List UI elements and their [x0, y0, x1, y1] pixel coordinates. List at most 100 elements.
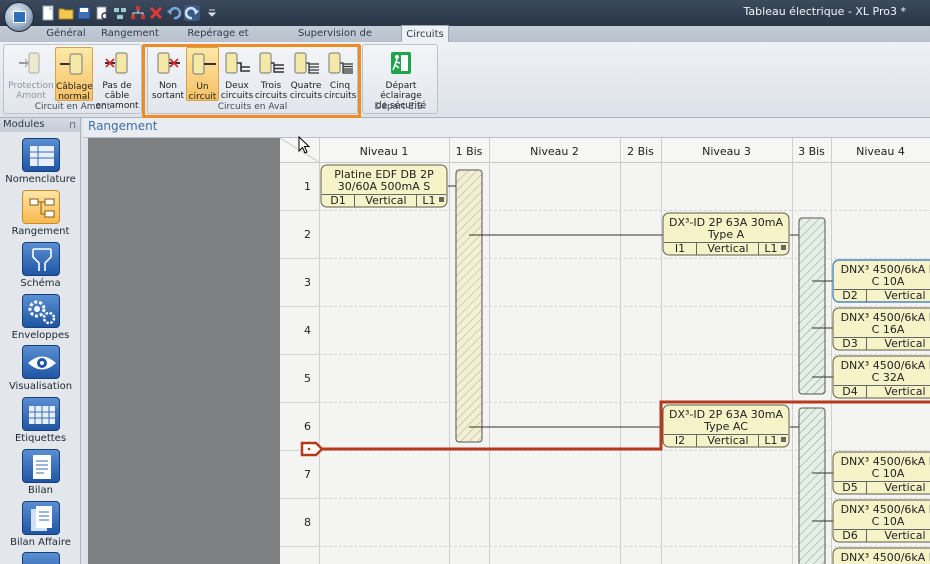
- customize-toolbar-icon[interactable]: [207, 7, 223, 23]
- device-reference: I1: [675, 242, 685, 255]
- column-header: Niveau 3: [702, 145, 751, 158]
- module-bilan-affaire[interactable]: Bilan Affaire: [0, 501, 81, 548]
- module-rangement[interactable]: Rangement: [0, 190, 81, 237]
- device-d6[interactable]: DNX³ 4500/6kA PC 10AD6 Vertical: [832, 499, 930, 543]
- group-circuit-en-amont: Protection Amont Câblage normal Pas de câb…: [3, 44, 142, 114]
- column-header: Niveau 4: [856, 145, 905, 158]
- depart-eclairage-securite-button[interactable]: Départ éclairage de sécurité: [365, 47, 437, 111]
- new-file-icon[interactable]: [40, 5, 56, 21]
- module-bilan[interactable]: Bilan: [0, 449, 81, 496]
- selected-circuit-path: [302, 400, 930, 451]
- distribution-bar-3-bis-upper[interactable]: [798, 217, 826, 395]
- circuit-origin-marker-icon[interactable]: [300, 441, 324, 457]
- protection-amont-button[interactable]: Protection Amont: [7, 47, 55, 101]
- application-menu-button[interactable]: [4, 2, 34, 32]
- column-header: 3 Bis: [798, 145, 825, 158]
- device-d3[interactable]: DNX³ 4500/6kA PC 16AD3 Vertical: [832, 307, 930, 351]
- device-rating: C 10A: [872, 467, 905, 480]
- device-reference: D3: [842, 337, 857, 350]
- row-number: 6: [304, 420, 311, 433]
- arrangement-grid: Niveau 1 1 Bis Niveau 2 2 Bis Niveau 3 3 Bis N…: [280, 138, 930, 564]
- labels-icon: [21, 397, 60, 431]
- column-header: Niveau 1: [360, 145, 409, 158]
- cablage-normal-button[interactable]: Câblage normal: [55, 47, 93, 102]
- device-reference: D5: [842, 481, 857, 494]
- delete-icon[interactable]: [148, 5, 164, 21]
- device-i2[interactable]: DX³-ID 2P 63A 30mAType ACI2 Vertical L1: [662, 404, 790, 448]
- workspace-background: [88, 138, 280, 564]
- module-enveloppes[interactable]: Enveloppes: [0, 294, 81, 341]
- project-report-icon: [21, 501, 60, 535]
- device-d2[interactable]: DNX³ 4500/6kA PC 10AD2 Vertical: [832, 259, 930, 303]
- device-orientation: Vertical: [884, 289, 925, 302]
- ribbon-panel: Protection Amont Câblage normal Pas de câb…: [0, 42, 930, 118]
- row-number: 2: [304, 228, 311, 241]
- ribbon-tab-bar: Général Rangement Repérage et Bornes Sup…: [0, 25, 930, 55]
- module-next[interactable]: [0, 552, 81, 564]
- row-number: 4: [304, 324, 311, 337]
- device-orientation: Vertical: [884, 337, 925, 350]
- cablage-normal-icon: [60, 53, 83, 75]
- grid-canvas: Niveau 1 1 Bis Niveau 2 2 Bis Niveau 3 3 Bis N…: [280, 138, 930, 564]
- undo-icon[interactable]: [166, 5, 182, 21]
- pas-de-cable-icon: [105, 52, 128, 74]
- module-nomenclature[interactable]: Nomenclature: [0, 138, 81, 185]
- open-folder-icon[interactable]: [58, 5, 74, 21]
- device-orientation: Vertical: [365, 194, 406, 207]
- device-reference: D1: [330, 194, 345, 207]
- tab-general[interactable]: Général: [42, 26, 90, 42]
- device-d1[interactable]: Platine EDF DB 2P30/60A 500mA SD1 Vertica…: [320, 164, 448, 208]
- aval-group-highlight: [142, 44, 361, 118]
- device-rating: C 16A: [872, 323, 905, 336]
- module-schema[interactable]: Schéma: [0, 242, 81, 289]
- window-title: Tableau électrique - XL Pro3 *: [743, 5, 906, 18]
- device-i1[interactable]: DX³-ID 2P 63A 30mAType AI1 Vertical L1: [662, 212, 790, 256]
- print-preview-icon[interactable]: [94, 5, 110, 21]
- tab-reperage-bornes[interactable]: Repérage et Bornes: [172, 26, 264, 55]
- tab-supervision-energie[interactable]: Supervision de l'énergie: [278, 26, 392, 55]
- device-partial[interactable]: DNX³ 4500/6kA P: [832, 547, 930, 564]
- network-icon[interactable]: [112, 5, 128, 21]
- module-visualisation[interactable]: Visualisation: [0, 345, 81, 392]
- row-number: 7: [304, 468, 311, 481]
- modules-header: Modules ⊓: [0, 118, 80, 132]
- column-header: Niveau 2: [530, 145, 579, 158]
- device-reference: D2: [842, 289, 857, 302]
- device-orientation: Vertical: [707, 434, 748, 447]
- row-number: 8: [304, 516, 311, 529]
- emergency-exit-icon: [391, 52, 411, 74]
- column-header: 2 Bis: [627, 145, 654, 158]
- pas-de-cable-en-amont-button[interactable]: Pas de câble en amont: [93, 47, 141, 111]
- device-rating: C 10A: [872, 515, 905, 528]
- device-d4[interactable]: DNX³ 4500/6kA PC 32AD4 Vertical: [832, 355, 930, 399]
- nomenclature-icon: [21, 138, 60, 172]
- tab-circuits[interactable]: Circuits: [401, 25, 449, 42]
- device-reference: I2: [675, 434, 685, 447]
- device-rating: Type AC: [703, 420, 748, 433]
- device-rating: 30/60A 500mA S: [338, 180, 430, 193]
- device-rating: Type A: [707, 228, 745, 241]
- distribution-bar-1-bis[interactable]: [455, 169, 483, 443]
- device-name: DNX³ 4500/6kA P: [841, 551, 930, 564]
- device-d5[interactable]: DNX³ 4500/6kA PC 10AD5 Vertical: [832, 451, 930, 495]
- schema-icon: [21, 242, 60, 276]
- mouse-cursor-icon: [298, 136, 311, 154]
- tree-icon[interactable]: [130, 5, 146, 21]
- modules-panel: Modules ⊓ Nomenclature Rangement Schéma …: [0, 118, 81, 564]
- row-number: 5: [304, 372, 311, 385]
- redo-icon[interactable]: [184, 5, 200, 21]
- device-phase: L1: [764, 434, 777, 447]
- tab-rangement[interactable]: Rangement: [100, 26, 160, 42]
- device-phase: L1: [422, 194, 435, 207]
- title-bar: Tableau électrique - XL Pro3 *: [0, 0, 930, 32]
- main-header: Rangement: [83, 118, 930, 138]
- rangement-icon: [21, 190, 60, 224]
- save-icon[interactable]: [76, 5, 92, 21]
- distribution-bar-3-bis-lower[interactable]: [798, 407, 826, 564]
- column-header: 1 Bis: [456, 145, 483, 158]
- page-title: Rangement: [88, 119, 158, 133]
- device-phase: L1: [764, 242, 777, 255]
- module-etiquettes[interactable]: Etiquettes: [0, 397, 81, 444]
- modules-title: Modules: [3, 119, 45, 130]
- pin-icon[interactable]: ⊓: [69, 119, 76, 133]
